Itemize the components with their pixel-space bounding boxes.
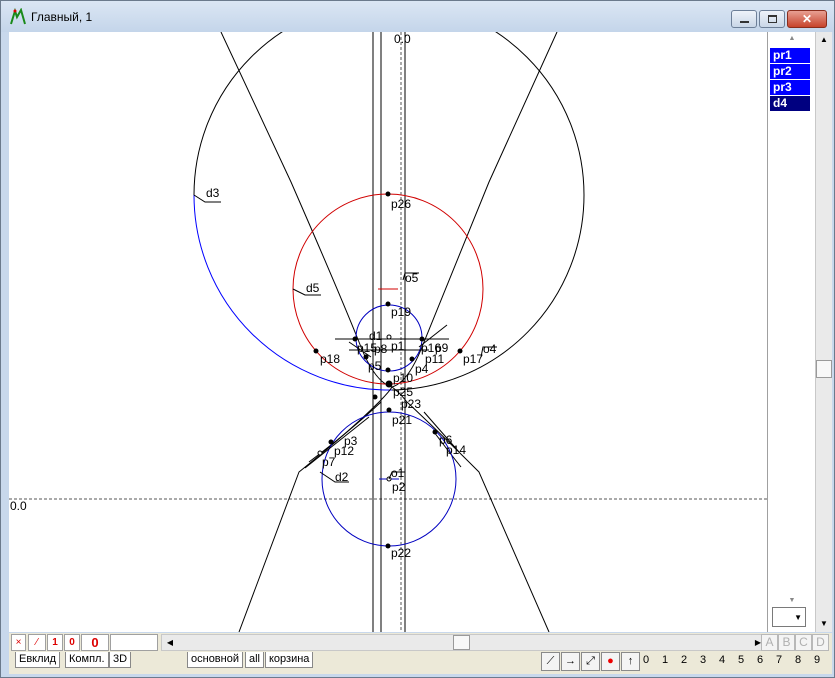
geometry-drawing: 0.0 0.0 d3 p26 o5 d5 p19 d1 p1 p16 p15 p…	[9, 32, 767, 632]
label-p23: p23	[401, 397, 421, 411]
tab-evklid[interactable]: Евклид	[15, 652, 61, 668]
layer-item[interactable]: pr1	[770, 48, 810, 63]
origin-x-label: 0.0	[394, 32, 411, 46]
vertical-scrollbar[interactable]: ▲ ▼	[815, 32, 832, 632]
label-p26: p26	[391, 197, 411, 211]
red-dot-icon[interactable]: ●	[601, 652, 620, 671]
window-title: Главный, 1	[31, 10, 93, 24]
tab-toolbar-row: Евклид Компл. 3D основной all корзина ⟋ …	[9, 652, 832, 674]
layer-dropdown[interactable]: ▼	[772, 607, 806, 627]
label-d2: d2	[335, 470, 349, 484]
diagonal-arrow-icon[interactable]: ⤢	[581, 652, 600, 671]
label-p8: p8	[374, 342, 388, 356]
main-window: Главный, 1 ✕ 0.0 0.0 d3 p26 o5 d5 p19 d1…	[0, 0, 835, 678]
label-p14: p14	[446, 443, 466, 457]
label-p21: p21	[392, 413, 412, 427]
layer-item[interactable]: pr2	[770, 64, 810, 79]
label-p5: p5	[368, 359, 382, 373]
label-o5: o5	[405, 271, 419, 285]
label-p10: p10	[393, 371, 413, 385]
tab-3d[interactable]: 3D	[109, 652, 132, 668]
number-3[interactable]: 3	[696, 654, 710, 666]
minimize-icon	[739, 21, 749, 23]
up-arrow-icon[interactable]: ↑	[621, 652, 640, 671]
close-icon: ✕	[801, 12, 813, 26]
tab-all[interactable]: all	[245, 652, 265, 668]
counter-display: 0	[81, 634, 109, 651]
button-d[interactable]: D	[812, 634, 829, 651]
number-0[interactable]: 0	[639, 654, 653, 666]
minimize-button[interactable]	[731, 10, 757, 28]
label-o1: o1	[391, 466, 405, 480]
tab-kompl[interactable]: Компл.	[65, 652, 109, 668]
layers-scroll-down-icon[interactable]: ▼	[770, 596, 814, 606]
label-p1: p1	[391, 339, 405, 353]
tab-korzina[interactable]: корзина	[265, 652, 314, 668]
number-4[interactable]: 4	[715, 654, 729, 666]
number-7[interactable]: 7	[772, 654, 786, 666]
status-field	[110, 634, 158, 651]
line-mode-button[interactable]: ⁄	[28, 634, 46, 651]
horizontal-scrollbar[interactable]: ◀ ▶	[161, 634, 767, 651]
number-8[interactable]: 8	[791, 654, 805, 666]
scroll-left-icon[interactable]: ◀	[162, 635, 178, 651]
button-c[interactable]: C	[795, 634, 812, 651]
label-p22: p22	[391, 546, 411, 560]
close-button[interactable]: ✕	[787, 10, 827, 28]
curve-upper	[220, 32, 558, 388]
label-p17: p17	[463, 352, 483, 366]
drawing-canvas[interactable]: 0.0 0.0 d3 p26 o5 d5 p19 d1 p1 p16 p15 p…	[9, 32, 767, 632]
arrow-right-icon[interactable]: →	[561, 652, 580, 671]
number-9[interactable]: 9	[810, 654, 824, 666]
label-d3: d3	[206, 186, 220, 200]
scroll-down-icon[interactable]: ▼	[816, 616, 832, 632]
layers-panel: ▲ pr1 pr2 pr3 d4 ▼ ▼	[767, 32, 815, 632]
number-1[interactable]: 1	[658, 654, 672, 666]
layer-item[interactable]: pr3	[770, 80, 810, 95]
maximize-button[interactable]	[759, 10, 785, 28]
origin-y-label: 0.0	[10, 499, 27, 513]
points-group	[313, 191, 463, 549]
chevron-down-icon: ▼	[794, 613, 802, 622]
vertical-scroll-thumb[interactable]	[816, 360, 832, 378]
label-p7: p7	[322, 455, 336, 469]
tangent-line-2	[304, 416, 370, 469]
maximize-icon	[767, 15, 777, 23]
label-d5: d5	[306, 281, 320, 295]
status-row: × ⁄ 1 0 0 ◀ ▶ A B C D	[9, 633, 832, 652]
scroll-up-icon[interactable]: ▲	[816, 32, 832, 48]
number-6[interactable]: 6	[753, 654, 767, 666]
label-p12: p12	[334, 444, 354, 458]
horizontal-scroll-thumb[interactable]	[453, 635, 470, 650]
layers-scroll-up-icon[interactable]: ▲	[770, 34, 814, 44]
app-icon	[10, 8, 26, 25]
label-p18: p18	[320, 352, 340, 366]
label-o4: o4	[483, 342, 497, 356]
layer-item-selected[interactable]: d4	[770, 96, 810, 111]
delete-button[interactable]: ×	[11, 634, 26, 651]
tab-osnovnoy[interactable]: основной	[187, 652, 243, 668]
line-tool-icon[interactable]: ⟋	[541, 652, 560, 671]
number-2[interactable]: 2	[677, 654, 691, 666]
label-p19: p19	[391, 305, 411, 319]
button-b[interactable]: B	[778, 634, 795, 651]
mode-1-button[interactable]: 1	[47, 634, 63, 651]
number-5[interactable]: 5	[734, 654, 748, 666]
mode-0-button[interactable]: 0	[64, 634, 80, 651]
button-a[interactable]: A	[761, 634, 778, 651]
label-p2: p2	[392, 480, 406, 494]
title-bar[interactable]: Главный, 1 ✕	[1, 1, 834, 32]
label-p4: p4	[415, 362, 429, 376]
